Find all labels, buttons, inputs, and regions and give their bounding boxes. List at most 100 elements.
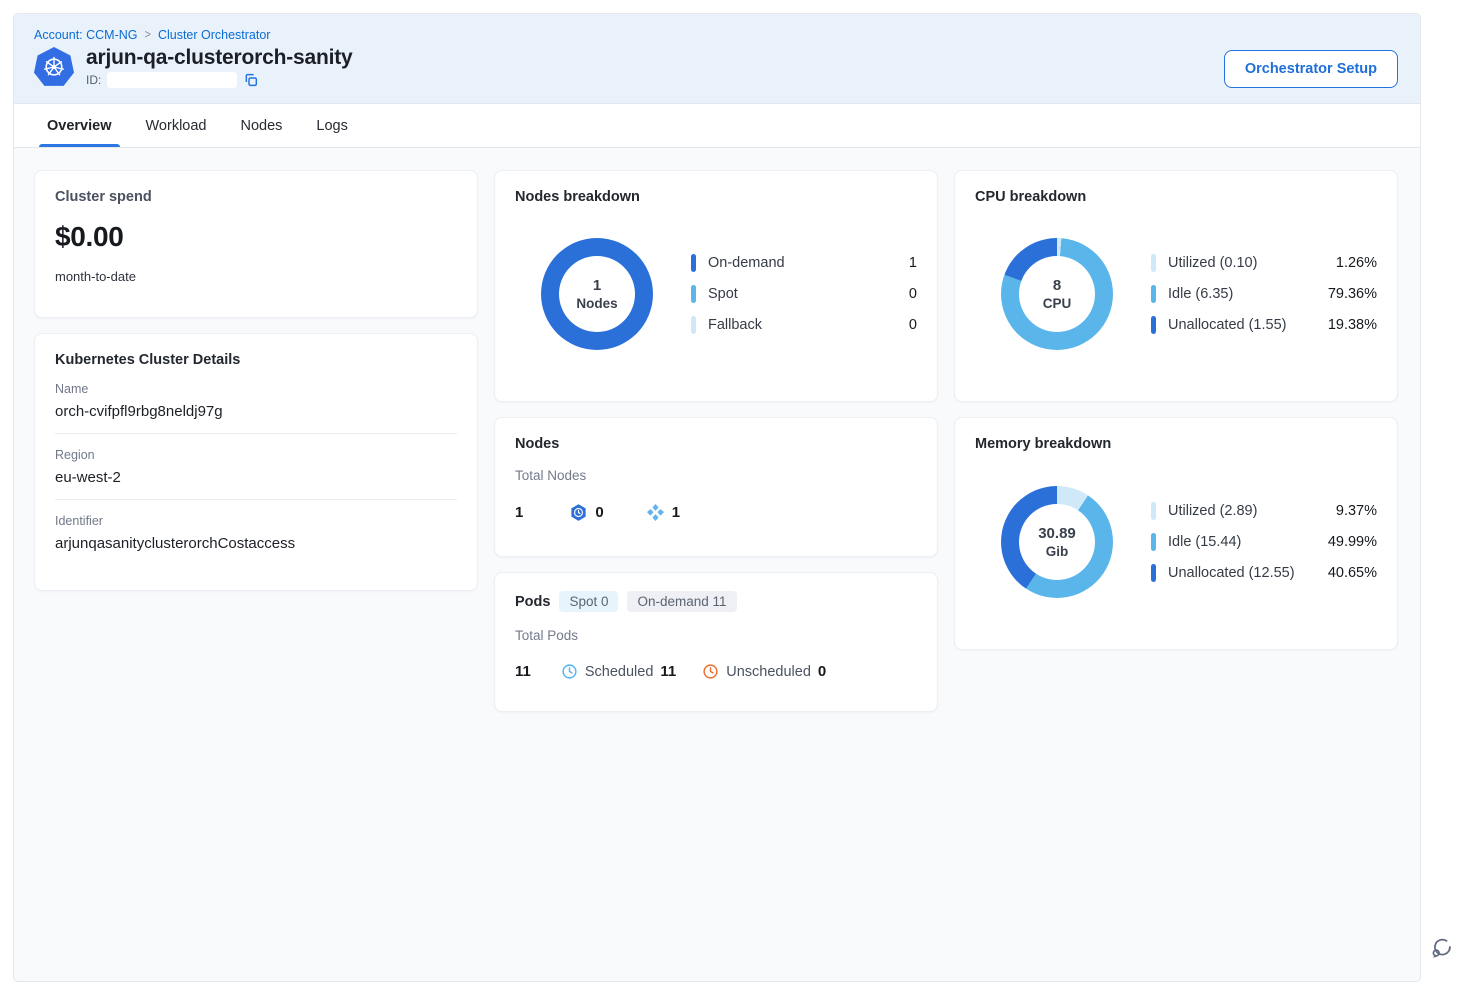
scheduled-pods-count: 11 — [660, 663, 676, 680]
tab-logs-label: Logs — [316, 118, 347, 134]
legend-marker — [1151, 502, 1156, 520]
nodes-card: Nodes Total Nodes 1 0 — [494, 417, 938, 557]
tab-nodes-label: Nodes — [240, 118, 282, 134]
total-nodes-value: 1 — [515, 504, 523, 521]
title-block: arjun-qa-clusterorch-sanity ID: — [86, 46, 353, 88]
legend-item-on-demand: On-demand 1 — [691, 254, 917, 272]
tab-logs[interactable]: Logs — [316, 104, 347, 147]
nodes-breakdown-legend: On-demand 1 Spot 0 Fallback 0 — [691, 254, 917, 334]
breadcrumb-separator: > — [145, 28, 151, 42]
legend-value: 9.37% — [1336, 503, 1377, 519]
legend-marker — [691, 285, 696, 303]
legend-value: 19.38% — [1328, 317, 1377, 333]
pods-stat-row: 11 Scheduled 11 Uns — [515, 663, 917, 680]
unscheduled-clock-icon — [702, 663, 719, 680]
total-pods-value: 11 — [515, 663, 531, 680]
donut-center-value: 8 — [1053, 277, 1061, 294]
overview-content: Cluster spend $0.00 month-to-date Kubern… — [14, 148, 1420, 712]
memory-breakdown-legend: Utilized (2.89) 9.37% Idle (15.44) 49.99… — [1151, 502, 1377, 582]
scheduled-clock-icon — [561, 663, 578, 680]
cpu-breakdown-donut: 8 CPU — [1001, 238, 1113, 350]
detail-field-region: Region eu-west-2 — [55, 434, 457, 500]
cluster-id-value — [107, 72, 237, 88]
detail-field-label: Name — [55, 382, 457, 396]
detail-field-name: Name orch-cvifpfl9rbg8neldj97g — [55, 368, 457, 434]
cluster-spend-amount: $0.00 — [55, 221, 457, 253]
legend-value: 40.65% — [1328, 565, 1377, 581]
tab-overview[interactable]: Overview — [47, 104, 112, 147]
legend-item-unallocated: Unallocated (1.55) 19.38% — [1151, 316, 1377, 334]
legend-item-idle: Idle (15.44) 49.99% — [1151, 533, 1377, 551]
legend-marker — [691, 316, 696, 334]
legend-item-fallback: Fallback 0 — [691, 316, 917, 334]
title-row: arjun-qa-clusterorch-sanity ID: — [34, 46, 353, 88]
donut-center: 1 Nodes — [559, 256, 635, 332]
unscheduled-pods-count: 0 — [818, 663, 826, 680]
legend-value: 49.99% — [1328, 534, 1377, 550]
legend-value: 1 — [909, 255, 917, 271]
detail-field-label: Identifier — [55, 514, 457, 528]
column-middle: Nodes breakdown 1 Nodes On-demand 1 — [494, 170, 938, 712]
tab-bar: Overview Workload Nodes Logs — [14, 104, 1420, 148]
legend-label: Idle (15.44) — [1168, 534, 1241, 550]
cluster-spend-period: month-to-date — [55, 269, 457, 284]
cluster-orchestrator-panel: Account: CCM-NG > Cluster Orchestrator — [13, 13, 1421, 982]
legend-label: On-demand — [708, 255, 785, 271]
legend-label: Unallocated (12.55) — [1168, 565, 1295, 581]
detail-field-value: eu-west-2 — [55, 469, 457, 486]
legend-item-idle: Idle (6.35) 79.36% — [1151, 285, 1377, 303]
total-pods-label: Total Pods — [515, 628, 917, 643]
legend-value: 0 — [909, 286, 917, 302]
detail-field-value: arjunqasanityclusterorchCostaccess — [55, 535, 457, 552]
unscheduled-pods-label: Unscheduled — [726, 664, 811, 680]
cpu-breakdown-card: CPU breakdown 8 CPU Utilized (0.10) 1.26… — [954, 170, 1398, 402]
column-right: CPU breakdown 8 CPU Utilized (0.10) 1.26… — [954, 170, 1398, 712]
memory-breakdown-donut: 30.89 Gib — [1001, 486, 1113, 598]
legend-label: Utilized (2.89) — [1168, 503, 1257, 519]
breadcrumb-account-link[interactable]: Account: CCM-NG — [34, 28, 138, 42]
legend-value: 79.36% — [1328, 286, 1377, 302]
legend-item-spot: Spot 0 — [691, 285, 917, 303]
donut-center-label: CPU — [1043, 296, 1072, 311]
breadcrumb-section-link[interactable]: Cluster Orchestrator — [158, 28, 271, 42]
orchestrator-setup-button[interactable]: Orchestrator Setup — [1224, 50, 1398, 88]
nodes-stat-row: 1 0 — [515, 503, 917, 522]
legend-marker — [1151, 254, 1156, 272]
spot-pods-badge: Spot 0 — [559, 591, 618, 612]
tab-nodes[interactable]: Nodes — [240, 104, 282, 147]
donut-center: 30.89 Gib — [1019, 504, 1095, 580]
copy-icon[interactable] — [243, 72, 259, 88]
scheduled-pods-group: Scheduled 11 — [561, 663, 676, 680]
detail-field-label: Region — [55, 448, 457, 462]
donut-center: 8 CPU — [1019, 256, 1095, 332]
detail-field-identifier: Identifier arjunqasanityclusterorchCosta… — [55, 500, 457, 565]
spot-nodes-group: 0 — [569, 503, 603, 522]
page-header: Account: CCM-NG > Cluster Orchestrator — [14, 14, 1420, 104]
spot-node-icon — [569, 503, 588, 522]
donut-center-label: Nodes — [576, 296, 617, 311]
chat-feedback-icon[interactable] — [1428, 935, 1454, 961]
nodes-breakdown-body: 1 Nodes On-demand 1 Spot 0 — [515, 205, 917, 383]
legend-marker — [691, 254, 696, 272]
memory-breakdown-title: Memory breakdown — [975, 436, 1377, 452]
nodes-breakdown-donut: 1 Nodes — [541, 238, 653, 350]
on-demand-nodes-group: 1 — [646, 503, 680, 522]
legend-item-utilized: Utilized (0.10) 1.26% — [1151, 254, 1377, 272]
pods-card: Pods Spot 0 On-demand 11 Total Pods 11 S… — [494, 572, 938, 712]
header-left: Account: CCM-NG > Cluster Orchestrator — [34, 28, 353, 103]
on-demand-nodes-count: 1 — [672, 504, 680, 521]
nodes-breakdown-card: Nodes breakdown 1 Nodes On-demand 1 — [494, 170, 938, 402]
legend-item-unallocated: Unallocated (12.55) 40.65% — [1151, 564, 1377, 582]
legend-marker — [1151, 564, 1156, 582]
pods-card-title: Pods — [515, 594, 550, 610]
spot-nodes-count: 0 — [595, 504, 603, 521]
kubernetes-cluster-details-card: Kubernetes Cluster Details Name orch-cvi… — [34, 333, 478, 591]
cpu-breakdown-legend: Utilized (0.10) 1.26% Idle (6.35) 79.36%… — [1151, 254, 1377, 334]
legend-label: Spot — [708, 286, 738, 302]
page-title: arjun-qa-clusterorch-sanity — [86, 46, 353, 69]
legend-value: 1.26% — [1336, 255, 1377, 271]
tab-workload[interactable]: Workload — [146, 104, 207, 147]
cluster-id-label: ID: — [86, 73, 101, 87]
scheduled-pods-label: Scheduled — [585, 664, 654, 680]
memory-breakdown-card: Memory breakdown 30.89 Gib Utilized (2.8… — [954, 417, 1398, 650]
